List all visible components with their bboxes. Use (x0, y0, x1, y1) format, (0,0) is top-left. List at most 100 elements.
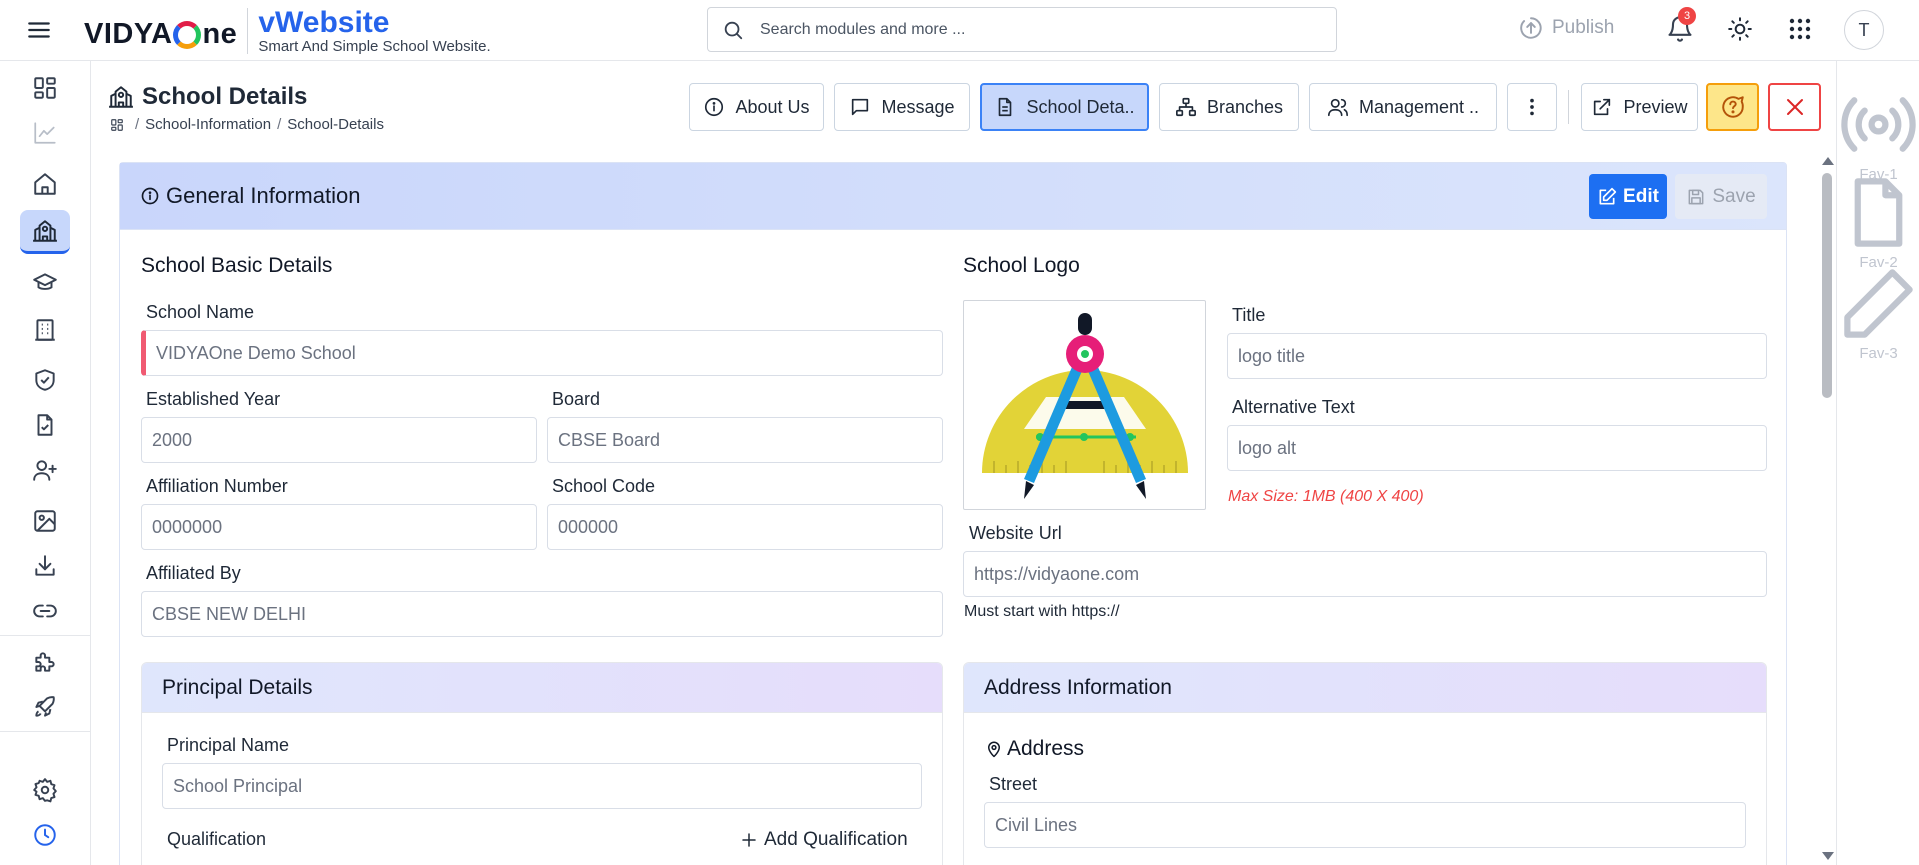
user-avatar[interactable]: T (1844, 10, 1884, 50)
board-field[interactable]: CBSE Board (547, 417, 943, 463)
website-url-hint: Must start with https:// (964, 603, 1120, 620)
hamburger-menu-icon[interactable] (24, 17, 54, 43)
school-logo-title: School Logo (963, 254, 1080, 277)
notification-badge: 3 (1678, 7, 1696, 25)
gear-icon (32, 777, 58, 803)
tab-management[interactable]: Management .. (1309, 83, 1497, 131)
tab-message[interactable]: Message (834, 83, 970, 131)
sidebar-item-dashboard[interactable] (20, 66, 70, 110)
broadcast-icon (1837, 83, 1919, 166)
principal-name-field[interactable]: School Principal (162, 763, 922, 809)
school-logo-image[interactable] (963, 300, 1206, 510)
help-button[interactable] (1706, 83, 1759, 131)
website-url-label: Website Url (969, 523, 1062, 543)
scroll-down-arrow[interactable] (1822, 852, 1834, 860)
dashboard-icon[interactable] (110, 118, 124, 132)
favorites-bar: Fav-1 Fav-2 Fav-3 (1836, 61, 1919, 865)
apps-grid-icon[interactable] (1788, 17, 1812, 41)
theme-sun-icon[interactable] (1727, 16, 1753, 42)
shield-check-icon (32, 367, 58, 393)
established-year-label: Established Year (146, 389, 281, 409)
street-field[interactable]: Civil Lines (984, 802, 1746, 848)
breadcrumb-item[interactable]: School-Information (145, 116, 271, 133)
sidebar-item-gallery[interactable] (20, 499, 70, 543)
breadcrumb: / School-Information / School-Details (110, 116, 384, 133)
affiliated-by-field[interactable]: CBSE NEW DELHI (141, 591, 943, 637)
clock-icon (32, 822, 58, 848)
school-icon (108, 84, 134, 110)
building-icon (32, 317, 58, 343)
principal-details-title: Principal Details (162, 676, 313, 699)
user-plus-icon (32, 457, 58, 483)
principal-name-label: Principal Name (167, 735, 290, 755)
tab-branches[interactable]: Branches (1159, 83, 1299, 131)
search-input[interactable] (760, 20, 1320, 39)
logo-title-label: Title (1232, 305, 1266, 325)
logo-title-field[interactable]: logo title (1227, 333, 1767, 379)
sidebar-item-analytics[interactable] (20, 111, 70, 155)
sidebar-item-safety[interactable] (20, 358, 70, 402)
sidebar-item-links[interactable] (20, 589, 70, 633)
alt-text-field[interactable]: logo alt (1227, 425, 1767, 471)
sidebar-item-admissions[interactable] (20, 448, 70, 492)
fav-item-3[interactable]: Fav-3 (1837, 262, 1919, 362)
close-icon (1783, 95, 1807, 119)
max-size-hint: Max Size: 1MB (400 X 400) (1228, 488, 1424, 505)
breadcrumb-item[interactable]: School-Details (287, 116, 384, 133)
established-year-field[interactable]: 2000 (141, 417, 537, 463)
save-icon (1686, 187, 1706, 207)
download-icon (32, 553, 58, 579)
publish-label: Publish (1552, 17, 1615, 38)
scroll-up-arrow[interactable] (1822, 157, 1834, 165)
sidebar-item-launch[interactable] (20, 685, 70, 729)
breadcrumb-separator: / (135, 116, 140, 133)
school-name-field[interactable]: VIDYAOne Demo School (141, 330, 943, 376)
pencil-icon (1837, 262, 1919, 345)
affiliation-number-field[interactable]: 0000000 (141, 504, 537, 550)
add-qualification-button[interactable]: Add Qualification (740, 829, 908, 851)
sidebar-item-home[interactable] (20, 162, 70, 206)
brand[interactable]: VIDYA ne vWebsite Smart And Simple Schoo… (84, 8, 491, 56)
website-url-field[interactable]: https://vidyaone.com (963, 551, 1767, 597)
edit-button[interactable]: Edit (1589, 174, 1667, 219)
school-code-label: School Code (552, 476, 656, 496)
map-pin-icon (985, 740, 1003, 758)
school-name-label: School Name (146, 302, 255, 322)
sidebar-item-settings[interactable] (20, 768, 70, 812)
fav-item-2[interactable]: Fav-2 (1837, 171, 1919, 271)
search-box[interactable] (707, 7, 1337, 52)
save-button[interactable]: Save (1675, 174, 1767, 219)
tab-school-details[interactable]: School Deta.. (980, 83, 1149, 131)
home-icon (32, 171, 58, 197)
sidebar-item-plugins[interactable] (20, 640, 70, 684)
more-options-button[interactable] (1507, 83, 1557, 131)
dashboard-icon (32, 75, 58, 101)
sidebar-divider (0, 731, 91, 732)
document-icon (994, 96, 1016, 118)
sidebar-item-disclosure[interactable] (20, 403, 70, 447)
publish-icon (1518, 15, 1544, 41)
scrollbar-thumb[interactable] (1822, 173, 1832, 398)
qualification-label: Qualification (167, 829, 267, 849)
publish-button[interactable]: Publish (1518, 15, 1614, 41)
brand-subtitle: Smart And Simple School Website. (258, 38, 491, 55)
sidebar-item-infrastructure[interactable] (20, 308, 70, 352)
school-code-field[interactable]: 000000 (547, 504, 943, 550)
sidebar-item-academics[interactable] (20, 261, 70, 305)
close-button[interactable] (1768, 83, 1821, 131)
more-vertical-icon (1521, 96, 1543, 118)
compass-protractor-logo (982, 313, 1188, 499)
sidebar-item-school-information[interactable] (20, 210, 70, 254)
fav-item-1[interactable]: Fav-1 (1837, 83, 1919, 183)
brand-logo-o (173, 20, 202, 49)
preview-button[interactable]: Preview (1581, 83, 1698, 131)
search-icon (722, 19, 744, 41)
sidebar-divider (0, 635, 91, 636)
brand-separator (247, 8, 249, 54)
tab-about-us[interactable]: About Us (689, 83, 824, 131)
document-check-icon (32, 412, 58, 438)
sidebar-item-history[interactable] (20, 813, 70, 857)
street-label: Street (989, 774, 1038, 794)
sidebar-item-downloads[interactable] (20, 544, 70, 588)
card-title: General Information (140, 183, 360, 209)
